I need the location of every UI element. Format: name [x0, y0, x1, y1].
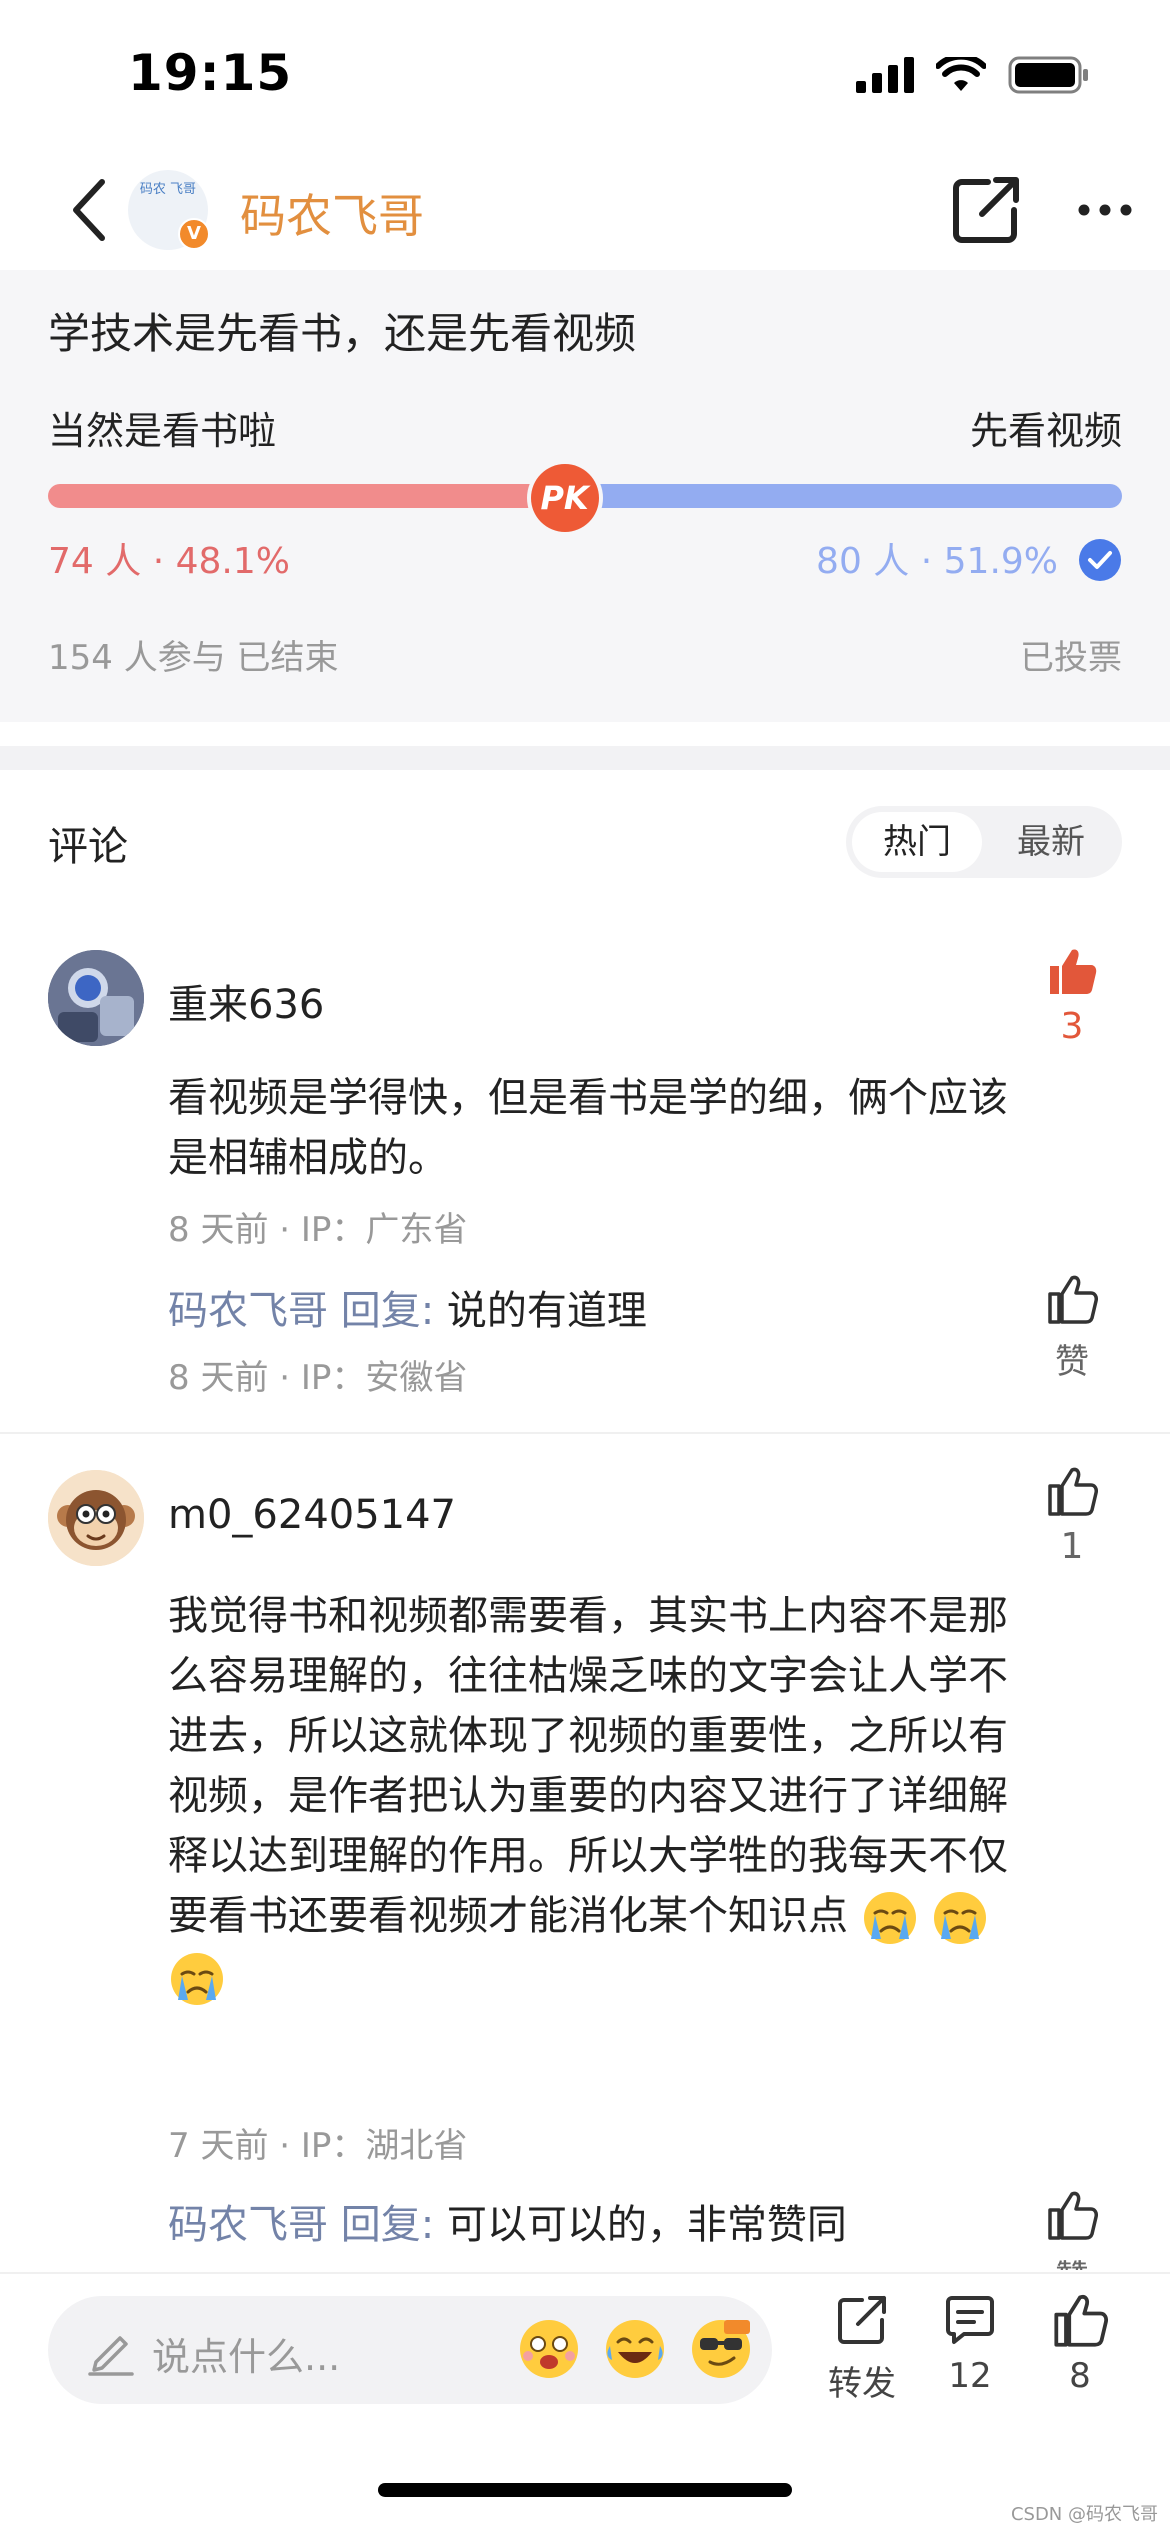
- section-divider: [0, 746, 1170, 770]
- avatar-text: 码农 飞哥: [139, 182, 197, 197]
- like-count: 8: [1069, 2356, 1091, 2396]
- cellular-signal-icon: [856, 57, 914, 93]
- avatar[interactable]: [48, 950, 144, 1046]
- poll-left-count: 74 人 · 48.1%: [48, 541, 290, 582]
- wifi-icon: [936, 57, 986, 91]
- like-button[interactable]: 3: [1030, 946, 1114, 1047]
- comment-divider: [0, 1432, 1170, 1434]
- poll-status: 已投票: [1020, 638, 1122, 678]
- thumbs-up-icon: [1054, 2294, 1108, 2347]
- crying-face-icon: [171, 1953, 223, 2005]
- poll-question: 学技术是先看书，还是先看视频: [48, 309, 637, 358]
- input-placeholder: 说点什么...: [152, 2335, 341, 2379]
- author-avatar[interactable]: 码农 飞哥 V: [128, 170, 210, 250]
- nav-bar: 码农 飞哥 V 码农飞哥: [0, 150, 1170, 270]
- voted-check-icon: [1079, 539, 1121, 581]
- reply-like-button[interactable]: 赞: [1030, 2190, 1114, 2270]
- pen-icon: [88, 2336, 134, 2376]
- avatar[interactable]: [48, 1470, 144, 1566]
- watermark: CSDN @码农飞哥: [1010, 2504, 1158, 2525]
- share-label: 转发: [828, 2364, 896, 2404]
- dizzy-face-icon[interactable]: [516, 2316, 582, 2382]
- reply-text: 说的有道理: [434, 1288, 647, 1334]
- crying-face-icon: [934, 1892, 987, 1944]
- like-button[interactable]: 1: [1030, 1466, 1114, 1567]
- comment-action[interactable]: 12: [920, 2292, 1020, 2396]
- comment-user-name[interactable]: 重来636: [168, 972, 324, 1030]
- status-time: 19:15: [128, 44, 293, 102]
- poll-option-left[interactable]: 当然是看书啦: [48, 400, 276, 455]
- comment-meta: 8 天前 · IP：广东省: [168, 1210, 468, 1250]
- back-button[interactable]: [60, 172, 120, 248]
- pk-progress-bar: PK: [48, 464, 1122, 532]
- like-action[interactable]: 8: [1030, 2292, 1130, 2396]
- poll-right-count: 80 人 · 51.9%: [816, 541, 1058, 582]
- comment-input[interactable]: 说点什么...: [48, 2296, 772, 2404]
- pk-bar-left: [48, 484, 565, 508]
- poll-option-right[interactable]: 先看视频: [970, 400, 1122, 455]
- verified-badge: V: [178, 218, 210, 250]
- like-count: 1: [1060, 1526, 1084, 1567]
- share-button[interactable]: [948, 172, 1024, 248]
- reply-meta: 8 天前 · IP：安徽省: [168, 1358, 468, 1398]
- chevron-left-icon: [73, 179, 105, 241]
- comments-title: 评论: [48, 824, 128, 870]
- reply-author[interactable]: 码农飞哥: [168, 2202, 328, 2248]
- pk-poll: 学技术是先看书，还是先看视频 当然是看书啦 先看视频 PK 74 人 · 48.…: [0, 270, 1170, 722]
- reply-label: 回复:: [328, 2202, 435, 2248]
- pk-badge: PK: [530, 464, 599, 532]
- like-count: 3: [1060, 1006, 1084, 1047]
- reply-like-label: 赞: [1030, 2250, 1114, 2270]
- tab-latest[interactable]: 最新: [986, 812, 1116, 872]
- monkey-avatar-icon: [48, 1470, 144, 1566]
- more-dots-icon: [1078, 204, 1132, 216]
- reply-label: 回复:: [328, 1288, 435, 1334]
- poll-participants: 154 人参与 已结束: [48, 638, 339, 678]
- reply[interactable]: 码农飞哥 回复: 可以可以的，非常赞同: [168, 2192, 847, 2250]
- comment-meta: 7 天前 · IP：湖北省: [168, 2126, 468, 2166]
- more-button[interactable]: [1070, 172, 1140, 248]
- comment-text: 看视频是学得快，但是看书是学的细，俩个应该是相辅相成的。: [168, 1075, 1008, 1181]
- share-icon: [838, 2296, 886, 2344]
- reply-like-label: 赞: [1055, 1342, 1089, 1382]
- comment-text-body: 我觉得书和视频都需要看，其实书上内容不是那么容易理解的，往往枯燥乏味的文字会让人…: [168, 1593, 1008, 1939]
- tab-hot[interactable]: 热门: [852, 812, 982, 872]
- home-indicator[interactable]: [378, 2483, 792, 2497]
- sort-tabs: 热门 最新: [846, 806, 1122, 878]
- thumbs-up-icon: [1048, 2191, 1098, 2240]
- share-icon: [953, 177, 1019, 243]
- user-avatar-image: [48, 950, 144, 1046]
- status-icons: [856, 56, 1090, 94]
- thumbs-up-icon: [1048, 1275, 1098, 1324]
- laughing-tears-icon[interactable]: [602, 2316, 668, 2382]
- cool-glasses-icon[interactable]: [688, 2316, 754, 2382]
- author-name[interactable]: 码农飞哥: [240, 180, 424, 246]
- battery-icon: [1008, 56, 1088, 94]
- crying-face-icon: [863, 1892, 916, 1944]
- thumbs-up-icon: [1048, 1467, 1098, 1516]
- comment-user-name[interactable]: m0_62405147: [168, 1492, 456, 1538]
- pk-bar-right: [564, 484, 1122, 508]
- reply-like-button[interactable]: 赞: [1030, 1274, 1114, 1383]
- reply-author[interactable]: 码农飞哥: [168, 1288, 328, 1334]
- quick-emojis: [516, 2316, 754, 2382]
- comment-count: 12: [948, 2356, 992, 2396]
- comment-icon: [946, 2296, 994, 2344]
- thumbs-up-filled-icon: [1050, 949, 1097, 994]
- status-bar: 19:15: [0, 0, 1170, 150]
- comment-text: 我觉得书和视频都需要看，其实书上内容不是那么容易理解的，往往枯燥乏味的文字会让人…: [168, 1586, 1008, 2008]
- share-action[interactable]: 转发: [812, 2292, 912, 2405]
- reply-text: 可以可以的，非常赞同: [434, 2202, 847, 2248]
- reply[interactable]: 码农飞哥 回复: 说的有道理: [168, 1278, 647, 1336]
